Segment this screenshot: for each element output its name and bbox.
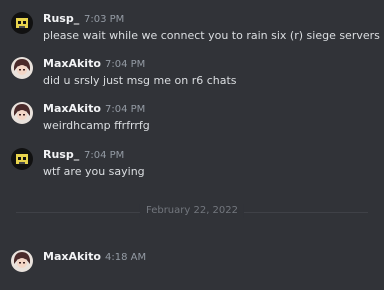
message-item[interactable]: Rusp_ 7:03 PM please wait while we conne… — [0, 12, 384, 52]
rusp-avatar-icon[interactable] — [11, 12, 33, 34]
message-item[interactable]: MaxAkito 4:18 AM — [0, 250, 384, 290]
maxakito-avatar-icon[interactable] — [11, 102, 33, 124]
message-item[interactable]: MaxAkito 7:04 PM weirdhcamp ffrfrrfg — [0, 102, 384, 142]
message-author[interactable]: MaxAkito — [43, 250, 101, 264]
date-divider-label: February 22, 2022 — [139, 204, 245, 218]
maxakito-avatar-icon[interactable] — [11, 250, 33, 272]
message-text: did u srsly just msg me on r6 chats — [43, 74, 237, 87]
message-timestamp: 7:04 PM — [105, 59, 146, 70]
message-text: wtf are you saying — [43, 165, 145, 178]
maxakito-avatar-icon[interactable] — [11, 57, 33, 79]
message-author[interactable]: Rusp_ — [43, 12, 79, 26]
chat-messages: Rusp_ 7:03 PM please wait while we conne… — [0, 0, 384, 272]
message-timestamp: 7:04 PM — [105, 104, 146, 115]
message-timestamp: 4:18 AM — [105, 252, 147, 263]
message-text: please wait while we connect you to rain… — [43, 29, 380, 42]
rusp-avatar-icon[interactable] — [11, 148, 33, 170]
message-author[interactable]: Rusp_ — [43, 148, 79, 162]
message-author[interactable]: MaxAkito — [43, 102, 101, 116]
message-item[interactable]: Rusp_ 7:04 PM wtf are you saying — [0, 148, 384, 188]
message-author[interactable]: MaxAkito — [43, 57, 101, 71]
message-timestamp: 7:04 PM — [84, 150, 125, 161]
message-item[interactable]: MaxAkito 7:04 PM did u srsly just msg me… — [0, 57, 384, 97]
message-text: weirdhcamp ffrfrrfg — [43, 119, 150, 132]
message-timestamp: 7:03 PM — [84, 14, 125, 25]
